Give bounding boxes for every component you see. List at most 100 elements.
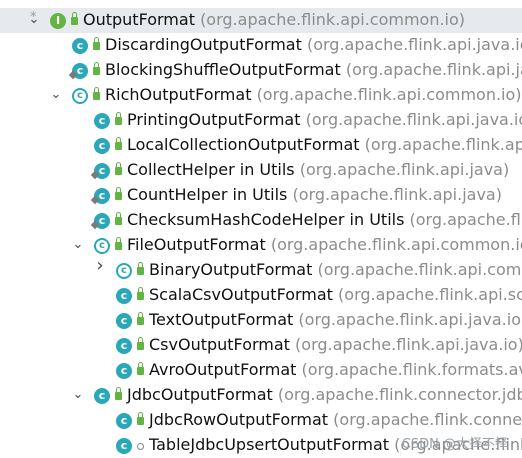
public-lock-icon xyxy=(137,262,144,275)
class-icon: c xyxy=(72,38,88,54)
package-label: (org.apache.flink.api.java.io) xyxy=(306,35,522,54)
chevron-down-icon[interactable]: ⌄ xyxy=(72,388,84,401)
package-label: (org.apache.flink.connector.jdbc.i xyxy=(277,385,522,404)
class-label: OutputFormat xyxy=(83,10,195,29)
class-name: CountHelper in Utils (org.apache.flink.a… xyxy=(127,185,502,204)
public-lock-icon xyxy=(115,162,122,175)
class-name: RichOutputFormat (org.apache.flink.api.c… xyxy=(105,85,522,104)
class-icon: c xyxy=(116,288,132,304)
package-label: (org.apache.flink.connecto xyxy=(333,410,522,429)
class-icon: c xyxy=(94,113,110,129)
class-label: ScalaCsvOutputFormat xyxy=(149,285,333,304)
package-label: (org.apache.flink.a xyxy=(409,210,522,229)
class-label: CollectHelper in Utils xyxy=(127,160,295,179)
tree-row[interactable]: ⌄ c FileOutputFormat (org.apache.flink.api… xyxy=(0,233,522,258)
package-label: (org.apache.flink.api.scala. xyxy=(338,285,522,304)
tree-row[interactable]: c CsvOutputFormat (org.apache.flink.api.j… xyxy=(0,333,522,358)
class-label: CsvOutputFormat xyxy=(149,335,290,354)
class-name: OutputFormat (org.apache.flink.api.commo… xyxy=(83,10,465,29)
class-label: DiscardingOutputFormat xyxy=(105,35,302,54)
package-label: (org.apache.flink.formats.avro) xyxy=(301,360,522,379)
type-hierarchy-tree: * ⌄ I OutputFormat (org.apache.flink.api.co… xyxy=(0,0,522,456)
class-icon: c xyxy=(116,363,132,379)
abstract-class-icon: c xyxy=(116,263,132,279)
chevron-down-icon[interactable]: ⌄ xyxy=(50,88,62,101)
class-name: LocalCollectionOutputFormat (org.apache.… xyxy=(127,135,522,154)
class-label: TextOutputFormat xyxy=(149,310,294,329)
tree-row[interactable]: › c BinaryOutputFormat (org.apache.flink.a… xyxy=(0,258,522,283)
class-name: DiscardingOutputFormat (org.apache.flink… xyxy=(105,35,522,54)
class-name: ScalaCsvOutputFormat (org.apache.flink.a… xyxy=(149,285,522,304)
public-lock-icon xyxy=(71,12,78,25)
public-lock-icon xyxy=(115,137,122,150)
chevron-down-icon[interactable]: ⌄ xyxy=(28,13,40,26)
class-name: ChecksumHashCodeHelper in Utils (org.apa… xyxy=(127,210,522,229)
public-lock-icon xyxy=(115,187,122,200)
watermark: CSDN @大择不择 xyxy=(401,437,508,452)
class-name: TextOutputFormat (org.apache.flink.api.j… xyxy=(149,310,522,329)
tree-row[interactable]: c ChecksumHashCodeHelper in Utils (org.ap… xyxy=(0,208,522,233)
class-name: BlockingShuffleOutputFormat (org.apache.… xyxy=(105,60,522,79)
tree-row[interactable]: ⌄ c RichOutputFormat (org.apache.flink.api… xyxy=(0,83,522,108)
public-lock-icon xyxy=(137,312,144,325)
package-label: (org.apache.flink.api.common.io) xyxy=(270,235,522,254)
package-label: (org.apache.flink.api.jav xyxy=(364,135,522,154)
tree-row[interactable]: c PrintingOutputFormat (org.apache.flink.… xyxy=(0,108,522,133)
class-label: FileOutputFormat xyxy=(127,235,266,254)
tree-row[interactable]: c CountHelper in Utils (org.apache.flink.… xyxy=(0,183,522,208)
class-name: JdbcRowOutputFormat (org.apache.flink.co… xyxy=(149,410,522,429)
class-label: BinaryOutputFormat xyxy=(149,260,313,279)
public-lock-icon xyxy=(137,362,144,375)
public-lock-icon xyxy=(93,62,100,75)
package-label: (org.apache.flink.api.common.io) xyxy=(200,10,466,29)
public-lock-icon xyxy=(93,87,100,100)
abstract-class-icon: c xyxy=(72,88,88,104)
package-label: (org.apache.flink.api.java) xyxy=(299,160,510,179)
class-label: JdbcRowOutputFormat xyxy=(149,410,329,429)
tree-row[interactable]: c TextOutputFormat (org.apache.flink.api.… xyxy=(0,308,522,333)
class-name: JdbcOutputFormat (org.apache.flink.conne… xyxy=(127,385,522,404)
tree-row[interactable]: c BlockingShuffleOutputFormat (org.apache… xyxy=(0,58,522,83)
interface-icon: I xyxy=(50,13,66,29)
class-icon: c xyxy=(116,338,132,354)
tree-row[interactable]: ⌄ c JdbcOutputFormat (org.apache.flink.con… xyxy=(0,383,522,408)
package-label: (org.apache.flink.api.java.io) xyxy=(305,110,522,129)
tree-row[interactable]: c AvroOutputFormat (org.apache.flink.form… xyxy=(0,358,522,383)
package-label: (org.apache.flink.api.java.io) xyxy=(295,335,522,354)
class-name: CollectHelper in Utils (org.apache.flink… xyxy=(127,160,509,179)
class-label: JdbcOutputFormat xyxy=(127,385,273,404)
abstract-class-icon: c xyxy=(94,238,110,254)
class-label: LocalCollectionOutputFormat xyxy=(127,135,360,154)
tree-row[interactable]: c ScalaCsvOutputFormat (org.apache.flink.… xyxy=(0,283,522,308)
class-icon: c xyxy=(116,413,132,429)
class-label: RichOutputFormat xyxy=(105,85,252,104)
class-icon: c xyxy=(116,438,132,454)
tree-row[interactable]: * ⌄ I OutputFormat (org.apache.flink.api.co… xyxy=(0,8,522,33)
class-icon: c xyxy=(116,313,132,329)
public-lock-icon xyxy=(115,237,122,250)
public-lock-icon xyxy=(93,37,100,50)
tree-row[interactable]: c LocalCollectionOutputFormat (org.apache… xyxy=(0,133,522,158)
chevron-right-icon[interactable]: › xyxy=(94,258,106,275)
public-lock-icon xyxy=(137,287,144,300)
tree-row[interactable]: c JdbcRowOutputFormat (org.apache.flink.c… xyxy=(0,408,522,433)
public-lock-icon xyxy=(115,387,122,400)
tree-row[interactable]: c CollectHelper in Utils (org.apache.flin… xyxy=(0,158,522,183)
package-label: (org.apache.flink.api.common.io) xyxy=(256,85,522,104)
chevron-down-icon[interactable]: ⌄ xyxy=(72,238,84,251)
class-icon: c xyxy=(94,138,110,154)
package-label: (org.apache.flink.api.java) xyxy=(292,185,502,204)
class-name: BinaryOutputFormat (org.apache.flink.api… xyxy=(149,260,522,279)
package-label: (org.apache.flink.api.commo xyxy=(317,260,522,279)
package-label: (org.apache.flink.api.java.io) xyxy=(298,310,522,329)
public-lock-icon xyxy=(137,412,144,425)
class-label: CountHelper in Utils xyxy=(127,185,288,204)
tree-row[interactable]: c DiscardingOutputFormat (org.apache.flin… xyxy=(0,33,522,58)
public-lock-icon xyxy=(115,112,122,125)
public-lock-icon xyxy=(137,337,144,350)
class-name: FileOutputFormat (org.apache.flink.api.c… xyxy=(127,235,522,254)
class-label: ChecksumHashCodeHelper in Utils xyxy=(127,210,405,229)
class-label: TableJdbcUpsertOutputFormat xyxy=(149,435,390,454)
class-name: CsvOutputFormat (org.apache.flink.api.ja… xyxy=(149,335,522,354)
class-label: PrintingOutputFormat xyxy=(127,110,301,129)
